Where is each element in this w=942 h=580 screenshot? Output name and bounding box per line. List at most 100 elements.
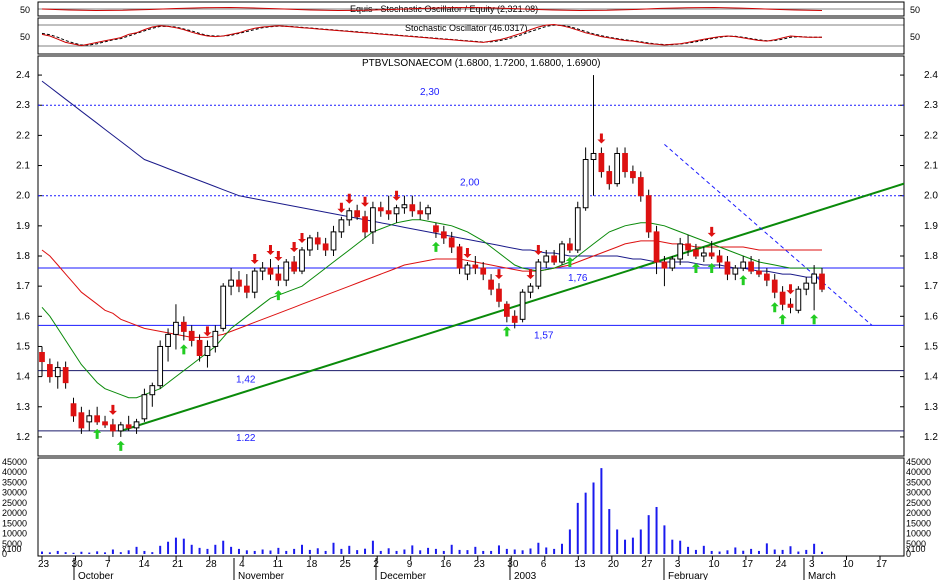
x-tick-label: 3 xyxy=(675,559,681,570)
candle-body xyxy=(86,415,93,423)
candle-body xyxy=(637,177,644,197)
candle-body xyxy=(669,258,676,269)
buy-arrow xyxy=(739,275,748,286)
volume-tick-left: 10000 xyxy=(2,529,27,539)
candle-body xyxy=(716,255,723,263)
candle-body xyxy=(732,267,739,275)
price-tick-right: 1.8 xyxy=(924,251,938,262)
x-tick-label: 14 xyxy=(139,559,151,570)
volume-tick-left: 15000 xyxy=(2,518,27,528)
x-axis: 2330714212841118252916233061320273101724… xyxy=(38,556,888,570)
candle-body xyxy=(259,267,266,272)
horizontal-levels: 2,30 2,00 1,76 1,57 1,42 1.22 xyxy=(38,87,904,444)
month-label: October xyxy=(78,571,114,580)
candle-body xyxy=(165,333,171,347)
sell-arrow xyxy=(534,245,543,256)
price-tick-right: 2.0 xyxy=(924,191,938,202)
sell-arrow xyxy=(494,269,503,280)
volume-tick-right: 30000 xyxy=(906,488,931,498)
x-tick-label: 28 xyxy=(206,559,218,570)
volume-tick-right: 45000 xyxy=(906,457,931,467)
sell-arrow xyxy=(337,202,346,213)
sell-arrow xyxy=(597,133,606,144)
candle-body xyxy=(307,237,313,251)
candle-body xyxy=(157,345,164,387)
candle-body xyxy=(39,351,45,363)
candle-body xyxy=(440,231,447,239)
candle-body xyxy=(496,288,502,302)
candle-body xyxy=(543,255,550,263)
candle-body xyxy=(771,279,778,293)
candle-body xyxy=(763,273,770,281)
level-label: 1.22 xyxy=(236,433,256,444)
candle-body xyxy=(54,367,61,378)
x-tick-label: 30 xyxy=(507,559,519,570)
price-tick-right: 1.4 xyxy=(924,372,938,383)
price-tick-right: 1.5 xyxy=(924,341,938,352)
candle-body xyxy=(582,159,589,209)
candle-body xyxy=(47,364,53,378)
volume-tick-right: 15000 xyxy=(906,518,931,528)
candle-body xyxy=(251,270,258,293)
level-label: 2,30 xyxy=(420,87,440,98)
volume-tick-right: 35000 xyxy=(906,477,931,487)
price-tick-right: 2.4 xyxy=(924,70,938,81)
candle-body xyxy=(677,243,684,260)
volume-unit-label-right: x100 xyxy=(906,544,926,554)
x-tick-label: 3 xyxy=(809,559,815,570)
candle-body xyxy=(488,279,494,290)
candle-body xyxy=(630,171,636,179)
price-tick-left: 2.2 xyxy=(16,130,30,141)
candle-body xyxy=(724,261,731,275)
x-tick-label: 17 xyxy=(742,559,754,570)
candle-body xyxy=(94,415,101,423)
price-tick-right: 1.2 xyxy=(924,432,938,443)
candle-body xyxy=(322,243,329,251)
sell-arrow xyxy=(361,196,370,207)
candle-body xyxy=(448,237,455,248)
x-tick-label: 23 xyxy=(474,559,486,570)
volume-tick-left: 25000 xyxy=(2,498,27,508)
candle-body xyxy=(756,270,762,275)
candle-body xyxy=(70,403,77,417)
x-tick-label: 30 xyxy=(72,559,84,570)
candle-body xyxy=(748,261,754,272)
candle-body xyxy=(299,249,305,272)
candle-body xyxy=(117,424,124,432)
price-tick-left: 1.5 xyxy=(16,341,30,352)
month-label: November xyxy=(238,571,285,580)
sell-arrow xyxy=(290,242,299,252)
candle-body xyxy=(645,195,652,233)
candle-body xyxy=(511,315,518,323)
volume-tick-left: 35000 xyxy=(2,477,27,487)
x-tick-label: 25 xyxy=(340,559,352,570)
month-label: February xyxy=(668,571,708,580)
volume-tick-left: 40000 xyxy=(2,467,27,477)
candle-body xyxy=(385,210,392,215)
level-label: 1,42 xyxy=(236,375,256,386)
x-tick-label: 24 xyxy=(775,559,787,570)
sell-arrow xyxy=(250,254,259,265)
candle-body xyxy=(283,261,290,281)
x-tick-label: 6 xyxy=(541,559,547,570)
x-tick-label: 10 xyxy=(708,559,720,570)
price-tick-left: 2.0 xyxy=(16,191,30,202)
sell-arrow xyxy=(274,251,283,262)
level-label: 2,00 xyxy=(460,178,480,189)
price-tick-left: 1.6 xyxy=(16,311,30,322)
candle-body xyxy=(236,279,242,287)
candle-body xyxy=(464,264,471,275)
candle-body xyxy=(574,207,581,251)
top-panel-2-right-tick: 50 xyxy=(910,32,920,42)
sell-arrow xyxy=(108,404,117,415)
price-tick-left: 1.9 xyxy=(16,221,30,232)
volume-bars xyxy=(41,468,823,554)
candle-body xyxy=(622,152,628,173)
candle-body xyxy=(291,261,297,272)
price-tick-right: 1.6 xyxy=(924,311,938,322)
month-label: December xyxy=(380,571,427,580)
volume-tick-right: 40000 xyxy=(906,467,931,477)
candle-body xyxy=(102,421,108,426)
x-tick-label: 7 xyxy=(105,559,111,570)
candle-body xyxy=(228,279,234,287)
